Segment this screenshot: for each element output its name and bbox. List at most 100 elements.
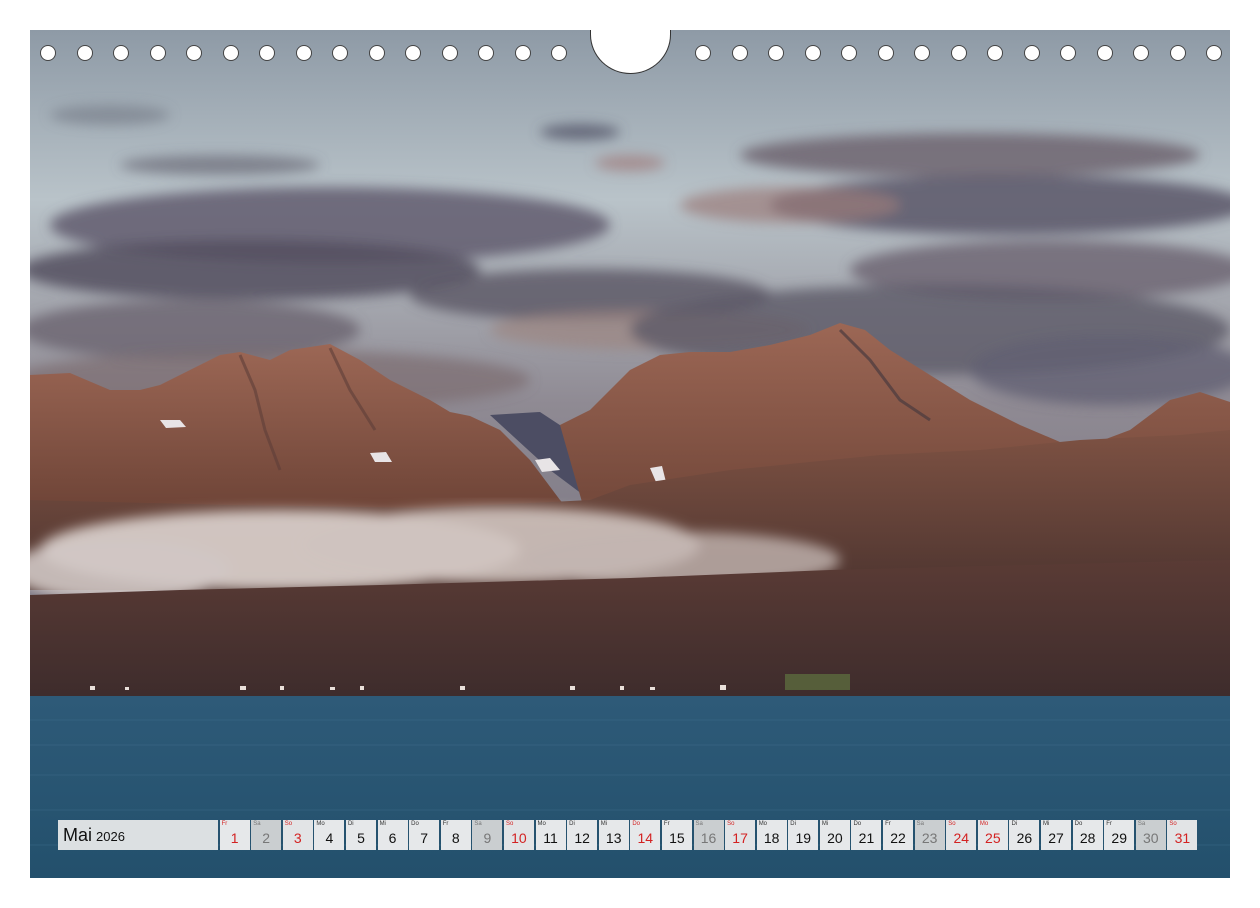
day-cell: Do 28	[1072, 820, 1103, 850]
calendar-strip: Mai 2026 Fr 1 Sa 2 So 3 Mo 4 Di 5 Mi 6 Do 7 Fr 8 Sa 9 So 10…	[58, 820, 1202, 850]
day-cell: Fr 15	[661, 820, 692, 850]
weekday-label: Mi	[379, 821, 386, 827]
day-number: 15	[669, 830, 685, 846]
day-cell: Di 5	[345, 820, 376, 850]
weekday-label: Mo	[758, 821, 768, 827]
weekday-label: Fr	[1106, 821, 1112, 827]
weekday-label: Sa	[916, 821, 924, 827]
weekday-label: Sa	[1137, 821, 1146, 827]
day-cell: So 3	[282, 820, 313, 850]
day-cell: Mi 6	[377, 820, 408, 850]
month-label: Mai 2026	[58, 820, 218, 850]
weekday-label: Do	[853, 821, 862, 827]
weekday-label: Do	[411, 821, 419, 827]
weekday-label: Do	[632, 821, 640, 827]
fjord-mountain-scene	[30, 30, 1230, 878]
day-cell: So 24	[946, 820, 977, 850]
weekday-label: So	[505, 821, 514, 827]
day-number: 24	[953, 830, 970, 846]
day-number: 19	[795, 830, 812, 846]
day-number: 26	[1016, 830, 1033, 846]
weekday-label: Sa	[253, 821, 261, 827]
day-number: 6	[388, 830, 397, 846]
weekday-label: So	[948, 821, 956, 827]
day-number: 9	[483, 830, 492, 846]
day-cell: So 10	[503, 820, 534, 850]
day-cell: Sa 9	[472, 820, 503, 850]
day-cell: Fr 22	[883, 820, 914, 850]
day-number: 13	[605, 830, 622, 846]
sea	[30, 696, 1230, 878]
day-cell: Mo 18	[756, 820, 787, 850]
day-number: 22	[890, 830, 906, 846]
day-cell: Mo 11	[535, 820, 566, 850]
weekday-label: Fr	[663, 821, 670, 827]
day-cell: Mi 13	[598, 820, 629, 850]
day-cell: So 17	[725, 820, 756, 850]
green-field	[785, 674, 850, 690]
day-number: 5	[357, 830, 365, 846]
landscape-photo	[30, 30, 1230, 878]
day-cell: Di 26	[1009, 820, 1040, 850]
day-number: 8	[451, 830, 460, 846]
day-number: 20	[827, 830, 843, 846]
weekday-label: Fr	[221, 821, 228, 827]
calendar-page: Mai 2026 Fr 1 Sa 2 So 3 Mo 4 Di 5 Mi 6 Do 7 Fr 8 Sa 9 So 10…	[0, 0, 1260, 908]
day-number: 18	[763, 830, 780, 846]
day-cell: Fr 29	[1104, 820, 1135, 850]
day-cell: Do 21	[851, 820, 882, 850]
day-number: 16	[700, 830, 717, 846]
day-cell: Do 14	[630, 820, 661, 850]
weekday-label: Di	[790, 821, 796, 827]
weekday-label: Sa	[474, 821, 482, 827]
day-number: 29	[1111, 830, 1127, 846]
weekday-label: Di	[1011, 821, 1018, 827]
day-cell: Sa 2	[251, 820, 282, 850]
day-number: 25	[985, 830, 1001, 846]
weekday-label: Mi	[1043, 821, 1050, 827]
day-cell: Di 19	[788, 820, 819, 850]
weekday-label: Do	[1074, 821, 1083, 827]
weekday-label: So	[1169, 821, 1177, 827]
day-number: 27	[1048, 830, 1064, 846]
day-cell: Mi 20	[819, 820, 850, 850]
day-number: 7	[420, 830, 429, 846]
day-number: 11	[543, 830, 558, 846]
weekday-label: Mo	[979, 821, 989, 827]
weekday-label: Di	[347, 821, 354, 827]
month-name: Mai	[63, 824, 93, 845]
weekday-label: Mo	[537, 821, 546, 827]
day-number: 23	[921, 830, 938, 846]
day-number: 10	[511, 830, 527, 846]
day-number: 14	[637, 830, 654, 846]
day-cell: Di 12	[567, 820, 598, 850]
weekday-label: So	[284, 821, 293, 827]
day-cell: So 31	[1167, 820, 1198, 850]
weekday-label: Mi	[821, 821, 829, 827]
day-number: 3	[293, 830, 302, 846]
day-cell: Fr 1	[219, 820, 250, 850]
day-cell: Do 7	[409, 820, 440, 850]
weekday-label: Sa	[695, 821, 703, 827]
day-cell: Sa 23	[914, 820, 945, 850]
day-number: 1	[230, 830, 239, 846]
day-cell: Mo 25	[977, 820, 1008, 850]
weekday-label: Fr	[885, 821, 891, 827]
day-cell: Fr 8	[440, 820, 471, 850]
day-number: 28	[1079, 830, 1096, 846]
weekday-label: Mo	[316, 821, 325, 827]
day-cell: Mo 4	[314, 820, 345, 850]
day-cell: Sa 30	[1135, 820, 1166, 850]
weekday-label: Fr	[442, 821, 449, 827]
day-number: 12	[574, 830, 590, 846]
day-number: 30	[1143, 830, 1159, 846]
day-number: 17	[732, 830, 748, 846]
month-year: 2026	[96, 829, 125, 844]
day-number: 4	[325, 830, 334, 846]
day-cell: Mi 27	[1041, 820, 1072, 850]
day-cell: Sa 16	[693, 820, 724, 850]
day-number: 21	[858, 830, 875, 846]
weekday-label: So	[727, 821, 735, 827]
day-number: 31	[1174, 830, 1191, 846]
weekday-label: Mi	[600, 821, 608, 827]
